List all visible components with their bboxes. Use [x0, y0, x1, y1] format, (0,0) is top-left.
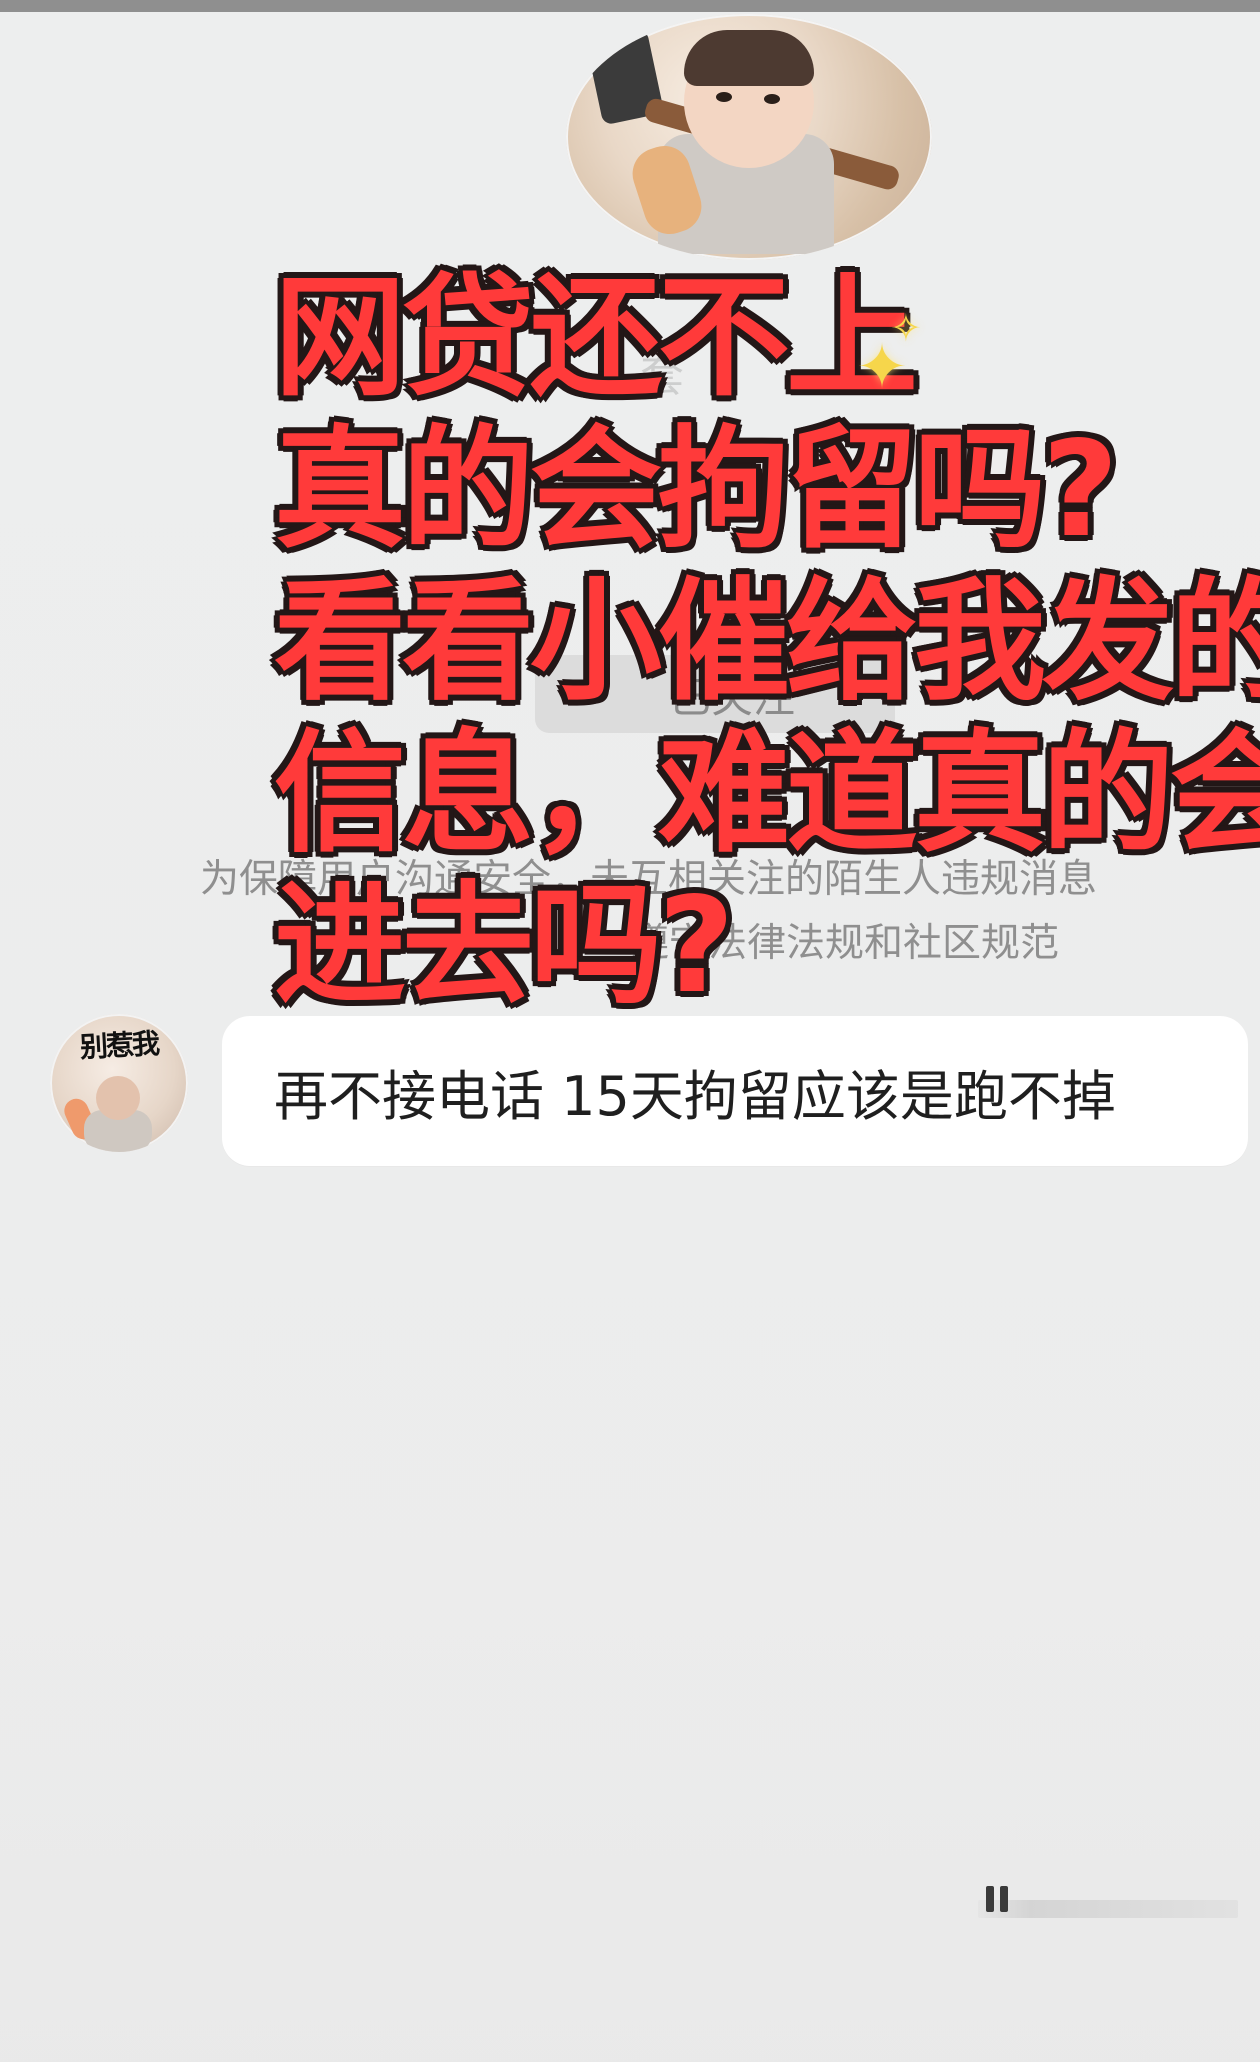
status-bar-strip: [0, 0, 1260, 12]
sparkle-icon: ✧: [890, 306, 922, 350]
profile-avatar[interactable]: [566, 14, 932, 260]
overlay-line-3: 看看小催给我发的: [274, 565, 1260, 719]
message-bubble[interactable]: 再不接电话 15天拘留应该是跑不掉: [222, 1016, 1248, 1166]
overlay-line-4: 信息，难道真的会: [274, 717, 1260, 871]
overlay-headline: 网贷还不上 真的会拘留吗? 看看小催给我发的 信息，难道真的会 进去吗?: [274, 261, 1260, 1023]
incoming-message-row: 别惹我 再不接电话 15天拘留应该是跑不掉: [50, 1014, 1250, 1168]
baby-eye-right: [764, 94, 780, 104]
sender-avatar[interactable]: 别惹我: [50, 1014, 188, 1152]
bottom-scroll-indicator: [978, 1900, 1238, 1918]
chat-screen: 套 已关注 为保障用户沟通安全，未互相关注的陌生人违规消息 遵守法律法规和社区规…: [0, 0, 1260, 2062]
baby-eye-left: [716, 92, 732, 102]
avatar-caption: 别惹我: [79, 1026, 159, 1065]
mini-face-shape: [96, 1076, 140, 1120]
scroll-thumb-mark: [986, 1886, 994, 1912]
overlay-line-2: 真的会拘留吗?: [274, 413, 1119, 567]
baby-hair-shape: [684, 30, 814, 86]
empty-chat-area: [0, 1500, 1260, 2062]
scroll-thumb-mark: [1000, 1886, 1008, 1912]
overlay-line-1: 网贷还不上: [274, 261, 918, 415]
overlay-line-5: 进去吗?: [274, 869, 735, 1023]
